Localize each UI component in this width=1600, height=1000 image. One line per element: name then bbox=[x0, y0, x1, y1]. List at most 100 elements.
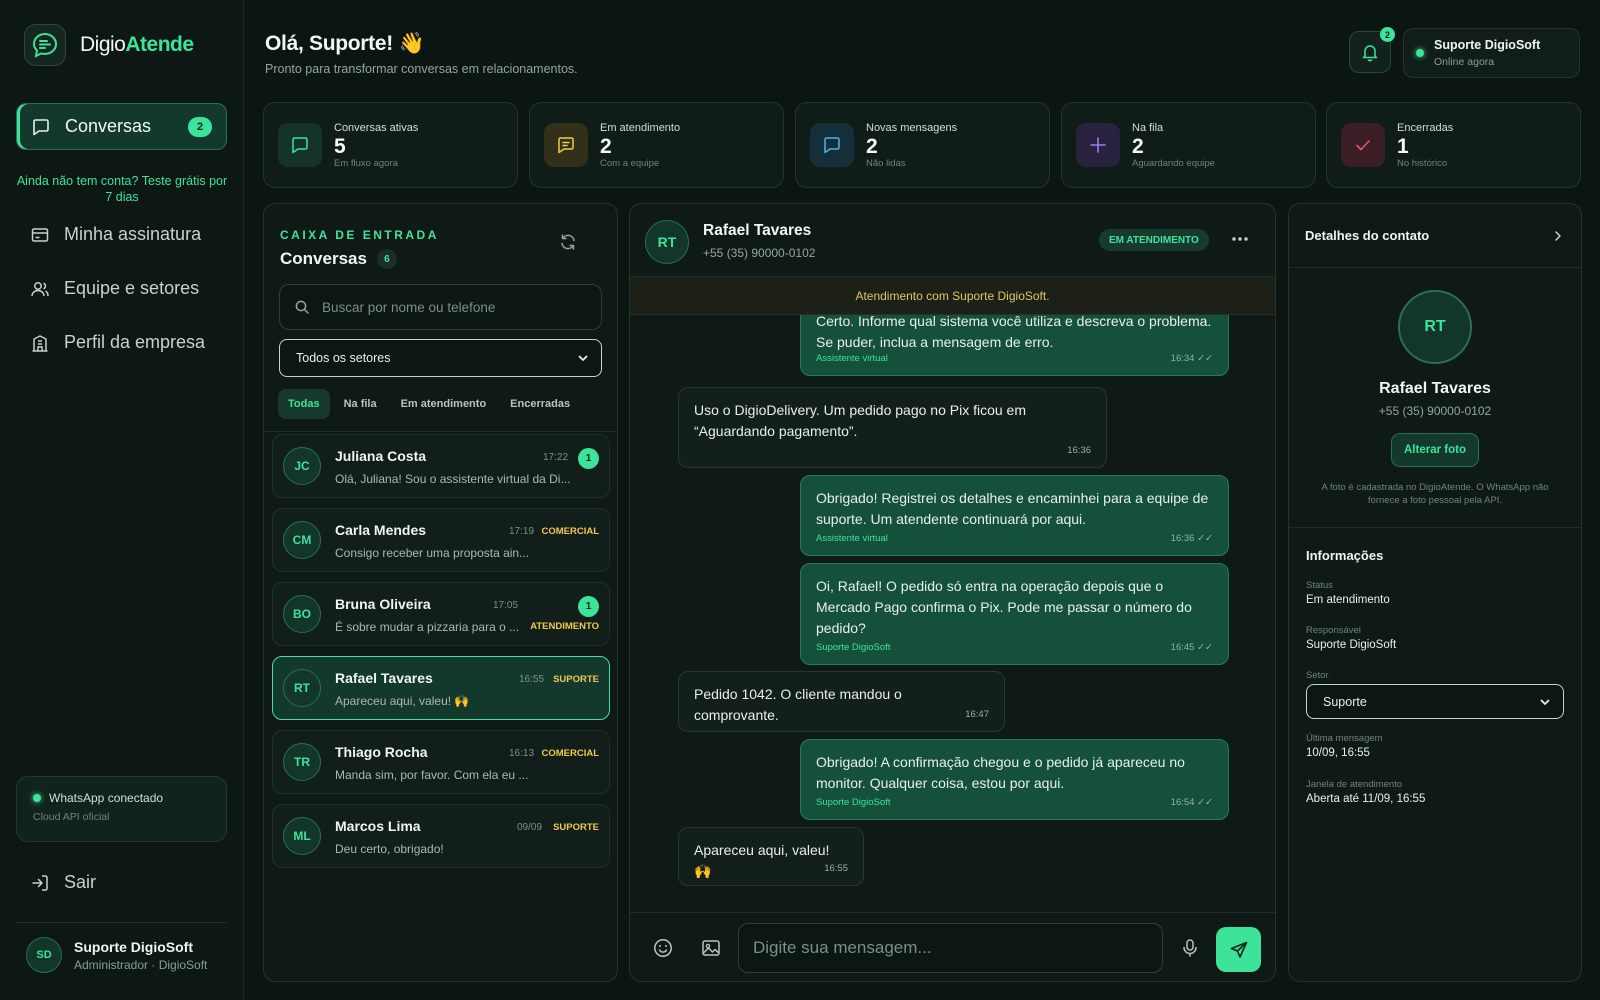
inbox-kicker: CAIXA DE ENTRADA bbox=[280, 228, 439, 242]
nav-equipe-setores[interactable]: Equipe e setores bbox=[30, 278, 199, 299]
sector-select[interactable]: Suporte bbox=[1306, 684, 1564, 719]
search-input[interactable]: Buscar por nome ou telefone bbox=[279, 284, 602, 330]
divider bbox=[1289, 527, 1581, 528]
conversation-item[interactable]: JC Juliana Costa 17:22 1 Olá, Juliana! S… bbox=[272, 434, 610, 498]
stat-label: Encerradas bbox=[1397, 121, 1454, 134]
users-icon bbox=[30, 279, 50, 299]
send-icon bbox=[1229, 940, 1249, 960]
sidebar: DigioAtende Conversas 2 Ainda não tem co… bbox=[0, 0, 244, 1000]
conversation-name: Carla Mendes bbox=[335, 522, 427, 538]
message-text: Oi, Rafael! O pedido só entra na operaçã… bbox=[816, 578, 1192, 636]
brand-logo[interactable]: DigioAtende bbox=[24, 24, 194, 66]
field-label: Setor bbox=[1306, 670, 1329, 681]
microphone-button[interactable] bbox=[1179, 937, 1201, 959]
trial-link[interactable]: Ainda não tem conta? Teste grátis por 7 … bbox=[14, 173, 230, 205]
sector-tag: COMERCIAL bbox=[541, 526, 599, 537]
avatar: ML bbox=[283, 817, 321, 855]
page-title: Olá, Suporte! 👋 bbox=[265, 32, 425, 55]
nav-perfil-empresa[interactable]: Perfil da empresa bbox=[30, 332, 205, 353]
current-user[interactable]: SD Suporte DigioSoft Administrador · Dig… bbox=[26, 937, 207, 973]
conversation-time: 16:13 bbox=[509, 748, 535, 759]
more-options-button[interactable] bbox=[1230, 229, 1250, 249]
brand-name: DigioAtende bbox=[80, 33, 194, 56]
conversation-time: 17:19 bbox=[509, 526, 535, 537]
stat-card-na-fila: Na fila 2 Aguardando equipe bbox=[1061, 102, 1316, 188]
field-value-ultima-mensagem: 10/09, 16:55 bbox=[1306, 747, 1370, 759]
message-time: 16:54 ✓✓ bbox=[1170, 797, 1213, 808]
stat-label: Conversas ativas bbox=[334, 121, 419, 134]
conversation-time: 09/09 bbox=[517, 822, 543, 833]
nav-conversas-badge: 2 bbox=[188, 116, 212, 137]
sector-tag: COMERCIAL bbox=[541, 748, 599, 759]
avatar: RT bbox=[283, 669, 321, 707]
chat-icon bbox=[278, 123, 322, 167]
message-sender: Assistente virtual bbox=[816, 533, 888, 544]
logout-button[interactable]: Sair bbox=[30, 872, 96, 893]
conversation-item-selected[interactable]: RT Rafael Tavares 16:55 SUPORTE Apareceu… bbox=[272, 656, 610, 720]
conversation-name: Rafael Tavares bbox=[335, 670, 433, 686]
online-dot-icon bbox=[33, 794, 41, 802]
stat-sub: Aguardando equipe bbox=[1132, 157, 1215, 169]
conversation-preview: Apareceu aqui, valeu! 🙌 bbox=[335, 694, 470, 708]
attach-image-button[interactable] bbox=[700, 937, 722, 959]
conversation-item[interactable]: ML Marcos Lima 09/09 SUPORTE Deu certo, … bbox=[272, 804, 610, 868]
message-input[interactable]: Digite sua mensagem... bbox=[738, 923, 1163, 973]
status-badge: EM ATENDIMENTO bbox=[1099, 229, 1209, 251]
collapse-panel-button[interactable] bbox=[1551, 229, 1565, 243]
divider bbox=[16, 922, 227, 923]
send-button[interactable] bbox=[1216, 927, 1261, 972]
tab-na-fila[interactable]: Na fila bbox=[334, 389, 387, 419]
stat-value: 2 bbox=[600, 134, 612, 158]
change-photo-button[interactable]: Alterar foto bbox=[1391, 433, 1479, 467]
stat-value: 5 bbox=[334, 134, 346, 158]
contact-avatar: RT bbox=[1398, 290, 1472, 364]
sector-filter-select[interactable]: Todos os setores bbox=[279, 339, 602, 377]
sector-select-value: Suporte bbox=[1323, 694, 1367, 709]
message-time: 16:36 bbox=[1067, 445, 1091, 456]
avatar: JC bbox=[283, 447, 321, 485]
tab-encerradas[interactable]: Encerradas bbox=[500, 389, 580, 419]
notifications-button[interactable]: 2 bbox=[1349, 27, 1395, 73]
conversation-item[interactable]: CM Carla Mendes 17:19 COMERCIAL Consigo … bbox=[272, 508, 610, 572]
sector-filter-value: Todos os setores bbox=[296, 351, 391, 365]
sector-tag: SUPORTE bbox=[553, 674, 599, 685]
message-bubble-incoming: Uso o DigioDelivery. Um pedido pago no P… bbox=[678, 387, 1107, 468]
conversation-preview: É sobre mudar a pizzaria para o ... bbox=[335, 620, 520, 634]
inbox-count: 6 bbox=[376, 249, 397, 269]
tab-em-atendimento[interactable]: Em atendimento bbox=[391, 389, 497, 419]
whatsapp-status: WhatsApp conectado bbox=[49, 791, 164, 805]
conversation-name: Juliana Costa bbox=[335, 448, 427, 464]
refresh-button[interactable] bbox=[558, 232, 578, 252]
user-name: Suporte DigioSoft bbox=[74, 938, 193, 955]
message-time: 16:36 ✓✓ bbox=[1170, 533, 1213, 544]
chevron-down-icon bbox=[577, 352, 589, 364]
nav-label: Minha assinatura bbox=[64, 224, 202, 244]
conversation-preview: Consigo receber uma proposta ain... bbox=[335, 546, 530, 560]
user-menu[interactable]: Suporte DigioSoft Online agora bbox=[1403, 28, 1580, 78]
conversation-item[interactable]: BO Bruna Oliveira 17:05 1 ATENDIMENTO É … bbox=[272, 582, 610, 646]
field-value-responsavel: Suporte DigioSoft bbox=[1306, 639, 1397, 651]
chat-contact-phone: +55 (35) 90000-0102 bbox=[703, 246, 816, 260]
details-header: Detalhes do contato bbox=[1289, 204, 1581, 268]
nav-minha-assinatura[interactable]: Minha assinatura bbox=[30, 224, 201, 245]
chat-contact-name: Rafael Tavares bbox=[703, 222, 812, 239]
tab-todas[interactable]: Todas bbox=[278, 389, 330, 419]
bell-icon bbox=[1360, 42, 1380, 62]
stat-card-em-atendimento: Em atendimento 2 Com a equipe bbox=[529, 102, 784, 188]
info-section-title: Informações bbox=[1306, 548, 1384, 563]
emoji-button[interactable] bbox=[652, 937, 674, 959]
assignment-banner: Atendimento com Suporte DigioSoft. bbox=[630, 277, 1275, 315]
search-placeholder: Buscar por nome ou telefone bbox=[322, 299, 496, 315]
chat-logo-icon bbox=[24, 24, 66, 66]
conversation-time: 17:22 bbox=[543, 452, 569, 463]
stat-sub: Não lidas bbox=[866, 157, 906, 169]
chat-icon bbox=[31, 117, 51, 137]
avatar: BO bbox=[283, 595, 321, 633]
message-sender: Suporte DigioSoft bbox=[816, 642, 891, 653]
whatsapp-status-card: WhatsApp conectado Cloud API oficial bbox=[16, 776, 227, 842]
nav-conversas[interactable]: Conversas 2 bbox=[16, 103, 227, 150]
conversation-item[interactable]: TR Thiago Rocha 16:13 COMERCIAL Manda si… bbox=[272, 730, 610, 794]
message-text: Obrigado! Registrei os detalhes e encami… bbox=[816, 490, 1209, 527]
notifications-badge: 2 bbox=[1380, 27, 1395, 42]
message-list: Certo. Informe qual sistema você utiliza… bbox=[630, 315, 1275, 912]
